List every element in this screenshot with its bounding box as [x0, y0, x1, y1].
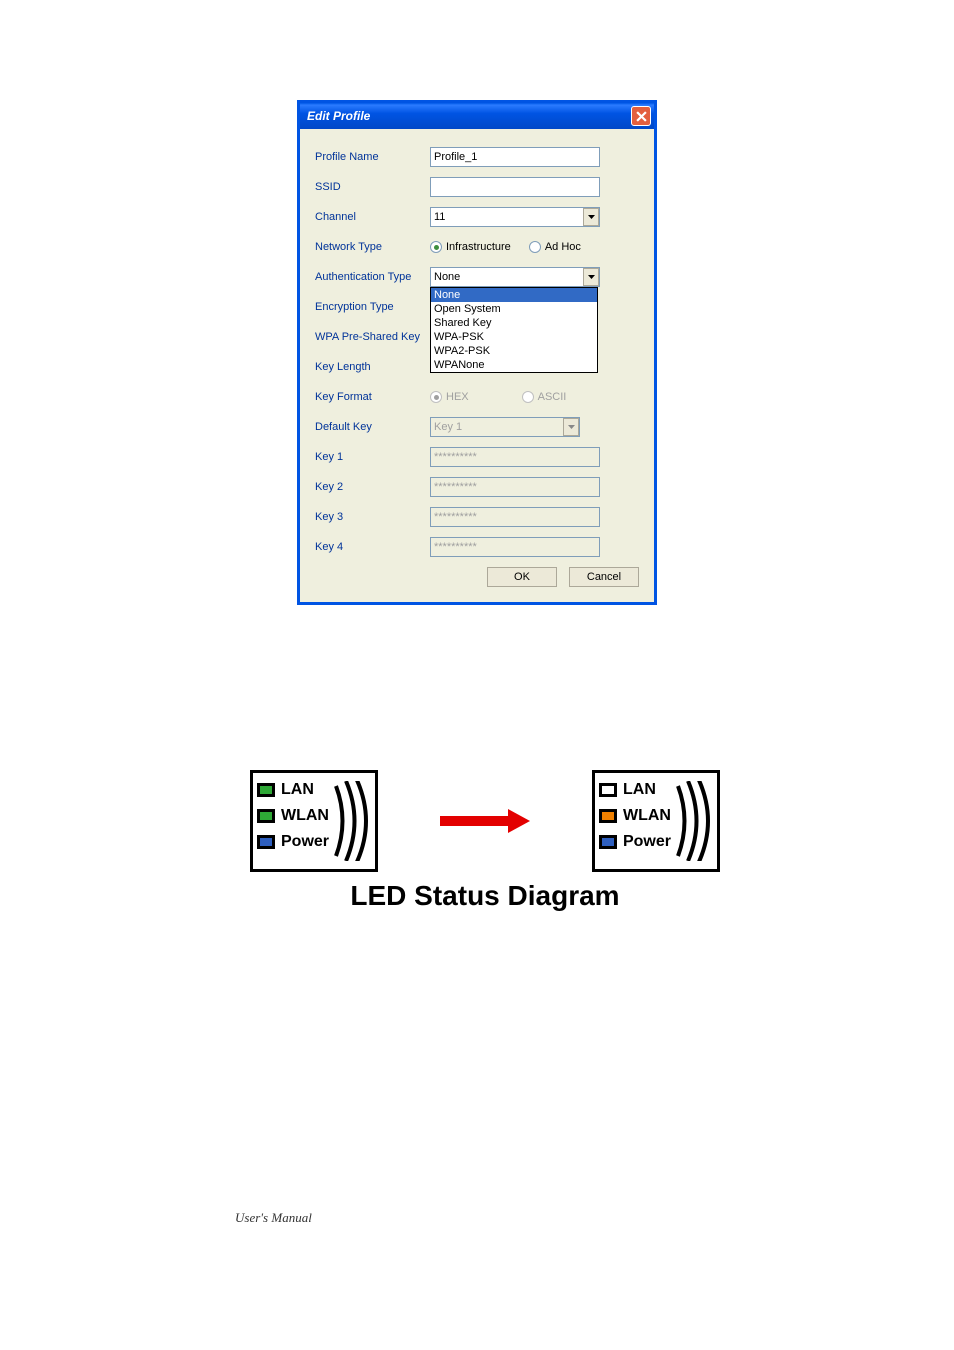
arrow-right-icon — [440, 812, 530, 830]
network-type-infrastructure[interactable]: Infrastructure — [430, 241, 511, 253]
power-led-icon — [599, 835, 617, 849]
dialog-title: Edit Profile — [307, 109, 370, 123]
radio-icon — [430, 391, 442, 403]
chevron-down-icon — [583, 268, 599, 286]
ssid-label: SSID — [315, 181, 430, 193]
dropdown-item-wpa-psk[interactable]: WPA-PSK — [431, 330, 597, 344]
default-key-select: Key 1 — [430, 417, 580, 437]
radio-icon — [522, 391, 534, 403]
close-button[interactable] — [631, 106, 651, 126]
led-panel-after: LAN WLAN Power — [592, 770, 720, 872]
chevron-down-icon — [563, 418, 579, 436]
auth-type-label: Authentication Type — [315, 271, 430, 283]
edit-profile-dialog: Edit Profile Profile Name SSID — [297, 100, 657, 605]
enc-type-label: Encryption Type — [315, 301, 430, 313]
default-key-value: Key 1 — [434, 421, 462, 433]
key3-label: Key 3 — [315, 511, 430, 523]
titlebar: Edit Profile — [300, 103, 654, 129]
default-key-label: Default Key — [315, 421, 430, 433]
led-panel-before: LAN WLAN Power — [250, 770, 378, 872]
key1-label: Key 1 — [315, 451, 430, 463]
key-length-label: Key Length — [315, 361, 430, 373]
wlan-led-icon — [257, 809, 275, 823]
profile-name-input[interactable] — [430, 147, 600, 167]
dropdown-item-open-system[interactable]: Open System — [431, 302, 597, 316]
signal-icon — [673, 781, 713, 861]
key2-input — [430, 477, 600, 497]
power-led-icon — [257, 835, 275, 849]
led-status-diagram: LAN WLAN Power LAN WLAN Power — [250, 770, 720, 912]
signal-icon — [331, 781, 371, 861]
key-format-hex: HEX — [430, 391, 469, 403]
channel-value: 11 — [434, 211, 445, 223]
lan-led-icon — [599, 783, 617, 797]
wpa-psk-label: WPA Pre-Shared Key — [315, 331, 430, 343]
ok-button[interactable]: OK — [487, 567, 557, 587]
dropdown-item-none[interactable]: None — [431, 288, 597, 302]
auth-type-dropdown: None Open System Shared Key WPA-PSK WPA2… — [430, 287, 598, 373]
profile-name-label: Profile Name — [315, 151, 430, 163]
channel-label: Channel — [315, 211, 430, 223]
chevron-down-icon — [583, 208, 599, 226]
network-type-label: Network Type — [315, 241, 430, 253]
channel-select[interactable]: 11 — [430, 207, 600, 227]
key4-label: Key 4 — [315, 541, 430, 553]
diagram-title: LED Status Diagram — [250, 880, 720, 912]
lan-led-icon — [257, 783, 275, 797]
ssid-input[interactable] — [430, 177, 600, 197]
key3-input — [430, 507, 600, 527]
radio-icon — [529, 241, 541, 253]
dropdown-item-wpanone[interactable]: WPANone — [431, 358, 597, 372]
cancel-button[interactable]: Cancel — [569, 567, 639, 587]
auth-type-select[interactable]: None — [430, 267, 600, 287]
key4-input — [430, 537, 600, 557]
dropdown-item-shared-key[interactable]: Shared Key — [431, 316, 597, 330]
footer-text: User's Manual — [235, 1210, 312, 1226]
dropdown-item-wpa2-psk[interactable]: WPA2-PSK — [431, 344, 597, 358]
wlan-led-icon — [599, 809, 617, 823]
key-format-ascii: ASCII — [522, 391, 567, 403]
auth-type-value: None — [434, 271, 460, 283]
network-type-adhoc[interactable]: Ad Hoc — [529, 241, 581, 253]
key2-label: Key 2 — [315, 481, 430, 493]
radio-icon — [430, 241, 442, 253]
key1-input — [430, 447, 600, 467]
key-format-label: Key Format — [315, 391, 430, 403]
